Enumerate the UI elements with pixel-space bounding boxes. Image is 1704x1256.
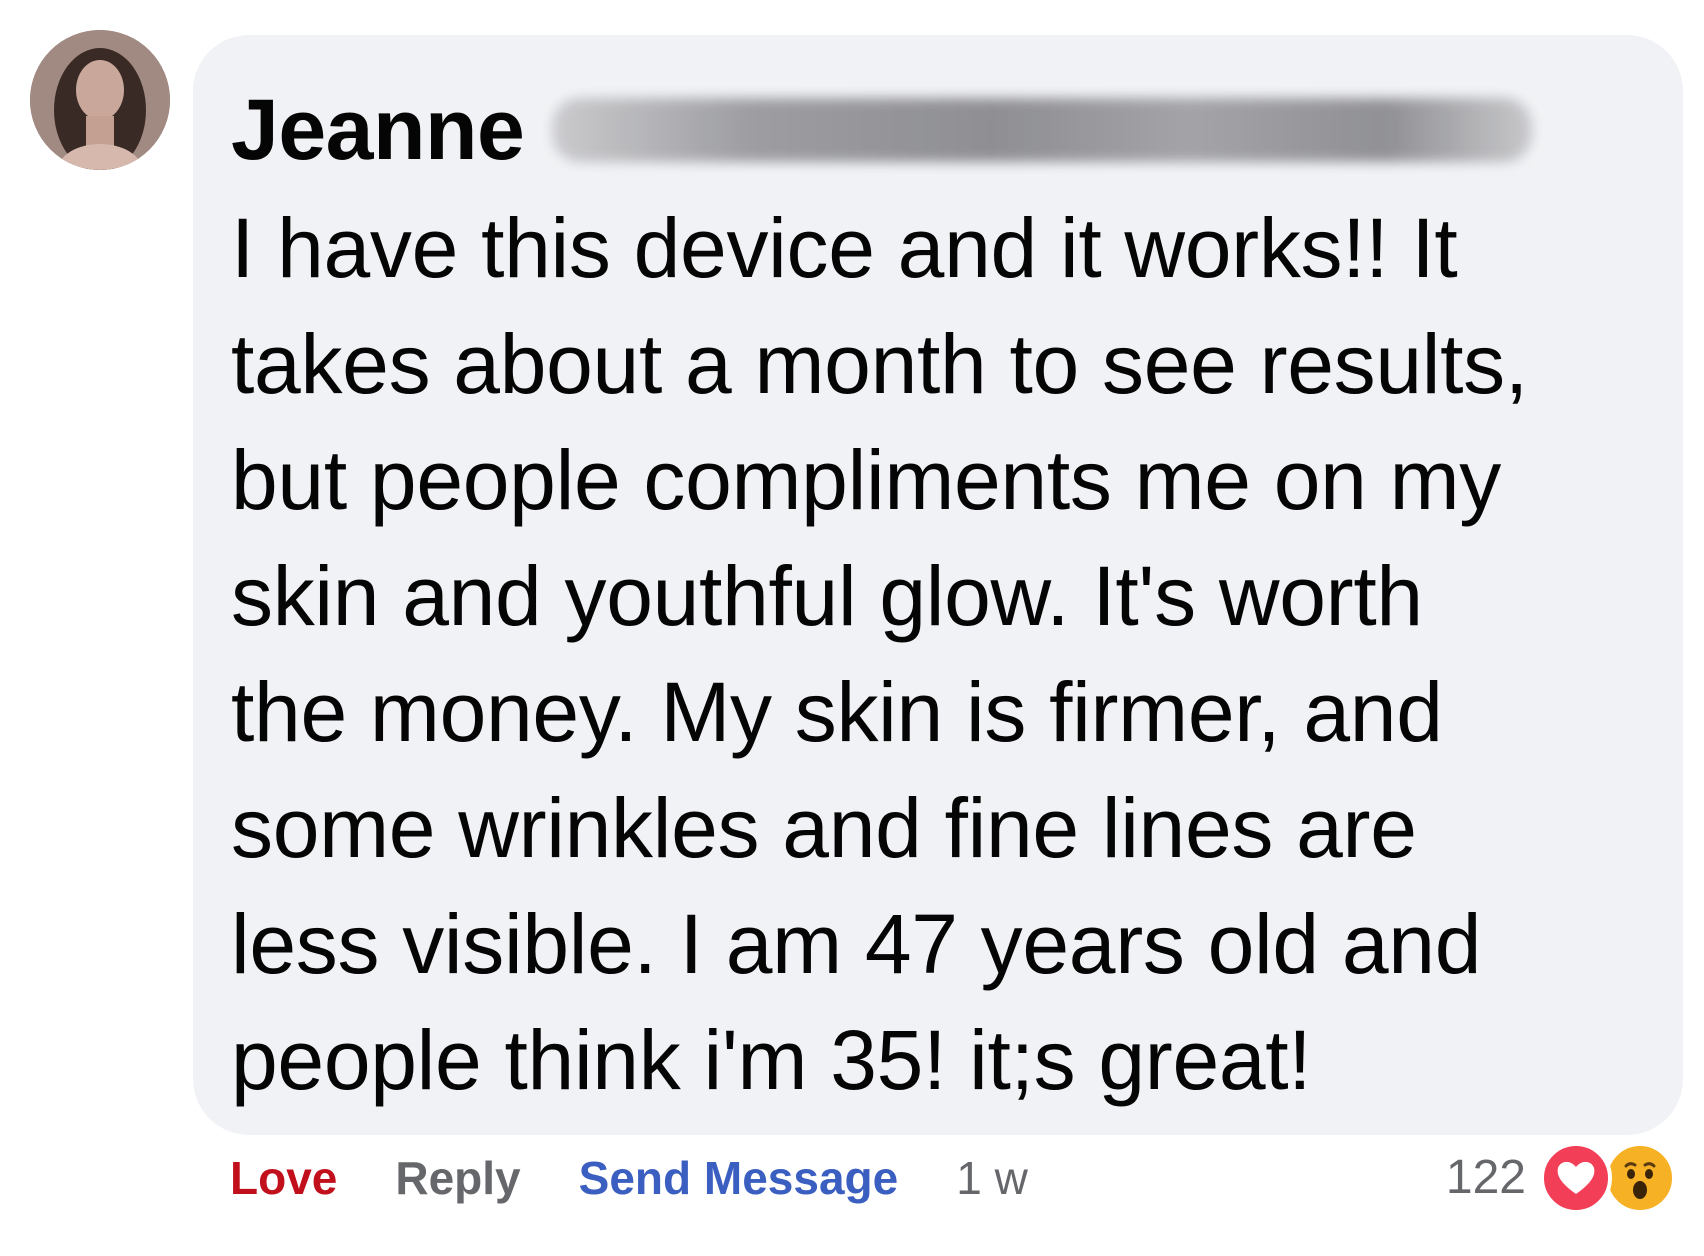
reaction-count[interactable]: 122 [1446,1154,1526,1202]
comment-line: I have this device and it works!! It [231,201,1458,295]
reply-button[interactable]: Reply [395,1155,520,1201]
comment-bubble: Jeanne I have this device and it works!!… [193,35,1683,1135]
comment-line: people think i'm 35! it;s great! [231,1013,1312,1107]
comment-line: takes about a month to see results, [231,317,1528,411]
wow-icon [1604,1142,1676,1214]
avatar[interactable] [30,30,170,170]
comment-line: some wrinkles and fine lines are [231,781,1417,875]
reaction-summary[interactable]: 122 [1446,1138,1686,1218]
heart-icon [1540,1142,1612,1214]
comment-actions: Love Reply Send Message 1 w [230,1148,1028,1208]
comment-text: I have this device and it works!! It tak… [231,190,1671,1118]
blurred-last-name [552,98,1533,162]
timestamp[interactable]: 1 w [956,1155,1028,1201]
send-message-button[interactable]: Send Message [579,1155,899,1201]
reaction-icons[interactable] [1540,1138,1686,1218]
comment-line: less visible. I am 47 years old and [231,897,1482,991]
comment-line: but people compliments me on my [231,433,1501,527]
author-name[interactable]: Jeanne [231,87,525,173]
comment-line: skin and youthful glow. It's worth [231,549,1423,643]
love-button[interactable]: Love [230,1155,337,1201]
author-row: Jeanne [231,85,1533,175]
comment-line: the money. My skin is firmer, and [231,665,1443,759]
